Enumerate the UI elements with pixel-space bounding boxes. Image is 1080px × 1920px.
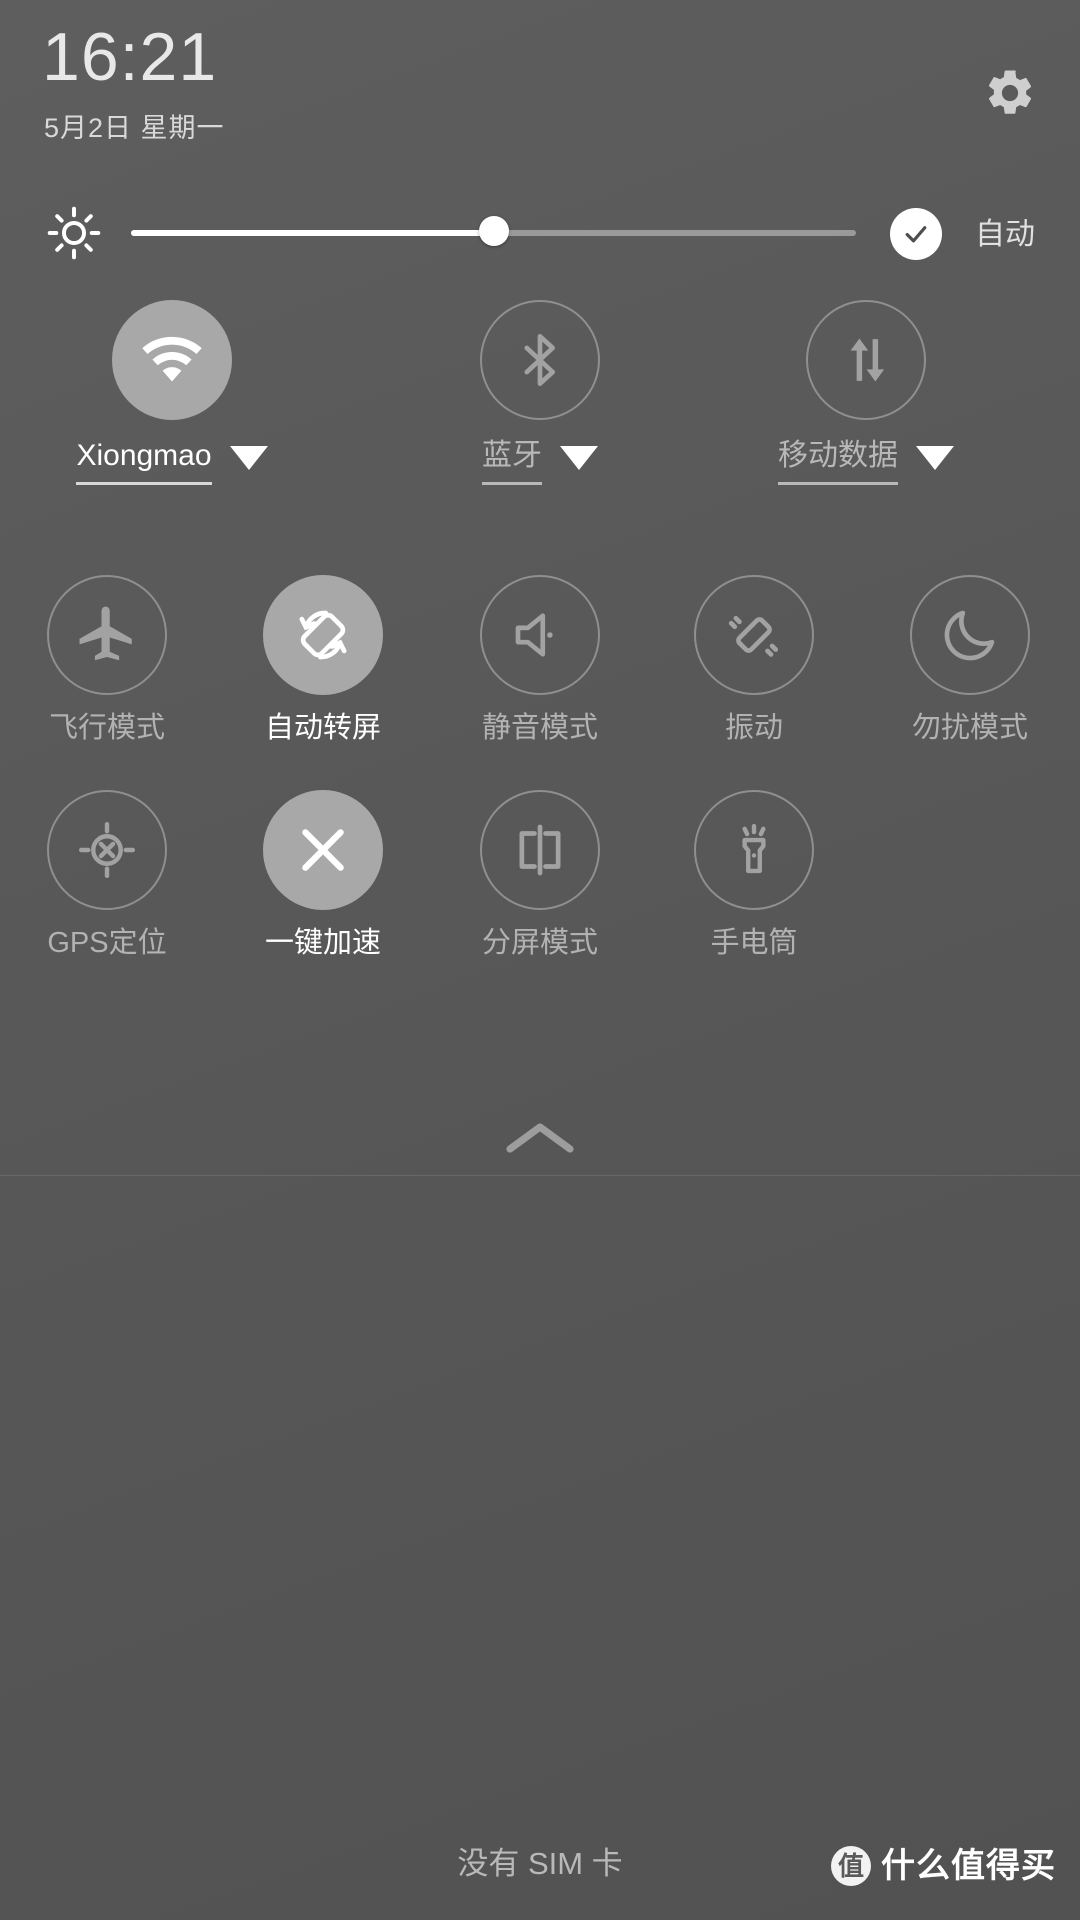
auto-brightness-toggle[interactable] bbox=[890, 208, 942, 260]
clock-date: 5月2日 星期一 bbox=[44, 113, 225, 143]
tile-label-bluetooth: 蓝牙 bbox=[482, 438, 542, 485]
bluetooth-icon[interactable] bbox=[480, 300, 600, 420]
watermark-logo-icon: 值 bbox=[831, 1846, 871, 1886]
quick-settings-panel: 16:21 5月2日 星期一 自动 Xiongmao 蓝牙 移动数据 飞行模式 … bbox=[0, 0, 1080, 1920]
airplane-icon[interactable] bbox=[47, 575, 167, 695]
mute-icon[interactable] bbox=[480, 575, 600, 695]
tile-silent-mode[interactable]: 静音模式 bbox=[465, 575, 615, 745]
auto-rotate-icon[interactable] bbox=[263, 575, 383, 695]
check-icon bbox=[905, 226, 927, 243]
brightness-sun-icon bbox=[40, 199, 108, 267]
mobile-data-icon[interactable] bbox=[806, 300, 926, 420]
vibrate-icon[interactable] bbox=[694, 575, 814, 695]
moon-icon[interactable] bbox=[910, 575, 1030, 695]
tile-label-wifi: Xiongmao bbox=[76, 438, 212, 485]
collapse-panel-handle[interactable] bbox=[465, 1108, 615, 1170]
flashlight-icon[interactable] bbox=[694, 790, 814, 910]
panel-header: 16:21 5月2日 星期一 bbox=[0, 0, 1080, 175]
panel-divider bbox=[0, 1175, 1080, 1176]
chevron-down-icon[interactable] bbox=[229, 445, 268, 470]
auto-brightness-label: 自动 bbox=[975, 218, 1035, 251]
clock-time: 16:21 bbox=[42, 19, 218, 95]
tile-gps[interactable]: GPS定位 bbox=[32, 790, 182, 960]
watermark-text: 什么值得买 bbox=[881, 1847, 1056, 1885]
tile-label-auto-rotate: 自动转屏 bbox=[264, 712, 381, 744]
gear-icon[interactable] bbox=[975, 58, 1045, 128]
brightness-row: 自动 bbox=[0, 190, 1080, 276]
tile-label-gps: GPS定位 bbox=[47, 927, 167, 959]
tile-label-split-screen: 分屏模式 bbox=[481, 927, 598, 959]
connectivity-tile-row: Xiongmao 蓝牙 移动数据 bbox=[0, 300, 1080, 515]
tile-label-airplane-mode: 飞行模式 bbox=[48, 712, 165, 744]
chevron-down-icon[interactable] bbox=[916, 445, 954, 470]
chevron-down-icon[interactable] bbox=[560, 445, 598, 470]
tile-vibrate[interactable]: 振动 bbox=[679, 575, 829, 745]
tile-label-do-not-disturb: 勿扰模式 bbox=[911, 712, 1028, 744]
slider-fill bbox=[131, 230, 494, 236]
tile-boost[interactable]: 一键加速 bbox=[248, 790, 398, 960]
brightness-slider[interactable] bbox=[131, 216, 856, 246]
tile-auto-rotate[interactable]: 自动转屏 bbox=[248, 575, 398, 745]
wifi-icon[interactable] bbox=[112, 300, 232, 420]
toggle-row-2: 飞行模式 自动转屏 静音模式 振动 勿扰模式 bbox=[0, 575, 1080, 765]
tile-split-screen[interactable]: 分屏模式 bbox=[465, 790, 615, 960]
chevron-up-icon bbox=[506, 1123, 574, 1153]
tile-wifi[interactable]: Xiongmao bbox=[22, 300, 322, 485]
tile-airplane-mode[interactable]: 飞行模式 bbox=[32, 575, 182, 745]
tile-label-boost: 一键加速 bbox=[264, 927, 381, 959]
split-screen-icon[interactable] bbox=[480, 790, 600, 910]
close-x-icon[interactable] bbox=[263, 790, 383, 910]
tile-bluetooth[interactable]: 蓝牙 bbox=[390, 300, 690, 485]
tile-do-not-disturb[interactable]: 勿扰模式 bbox=[895, 575, 1045, 745]
tile-flashlight[interactable]: 手电筒 bbox=[679, 790, 829, 960]
tile-mobile-data[interactable]: 移动数据 bbox=[716, 300, 1016, 485]
gps-icon[interactable] bbox=[47, 790, 167, 910]
tile-label-mobile-data: 移动数据 bbox=[778, 438, 898, 485]
tile-label-vibrate: 振动 bbox=[724, 712, 783, 744]
tile-label-silent-mode: 静音模式 bbox=[481, 712, 598, 744]
toggle-row-3: GPS定位 一键加速 分屏模式 手电筒 bbox=[0, 790, 1080, 980]
tile-label-flashlight: 手电筒 bbox=[710, 927, 798, 959]
slider-thumb[interactable] bbox=[478, 216, 509, 246]
watermark: 值 什么值得买 bbox=[831, 1846, 1056, 1886]
